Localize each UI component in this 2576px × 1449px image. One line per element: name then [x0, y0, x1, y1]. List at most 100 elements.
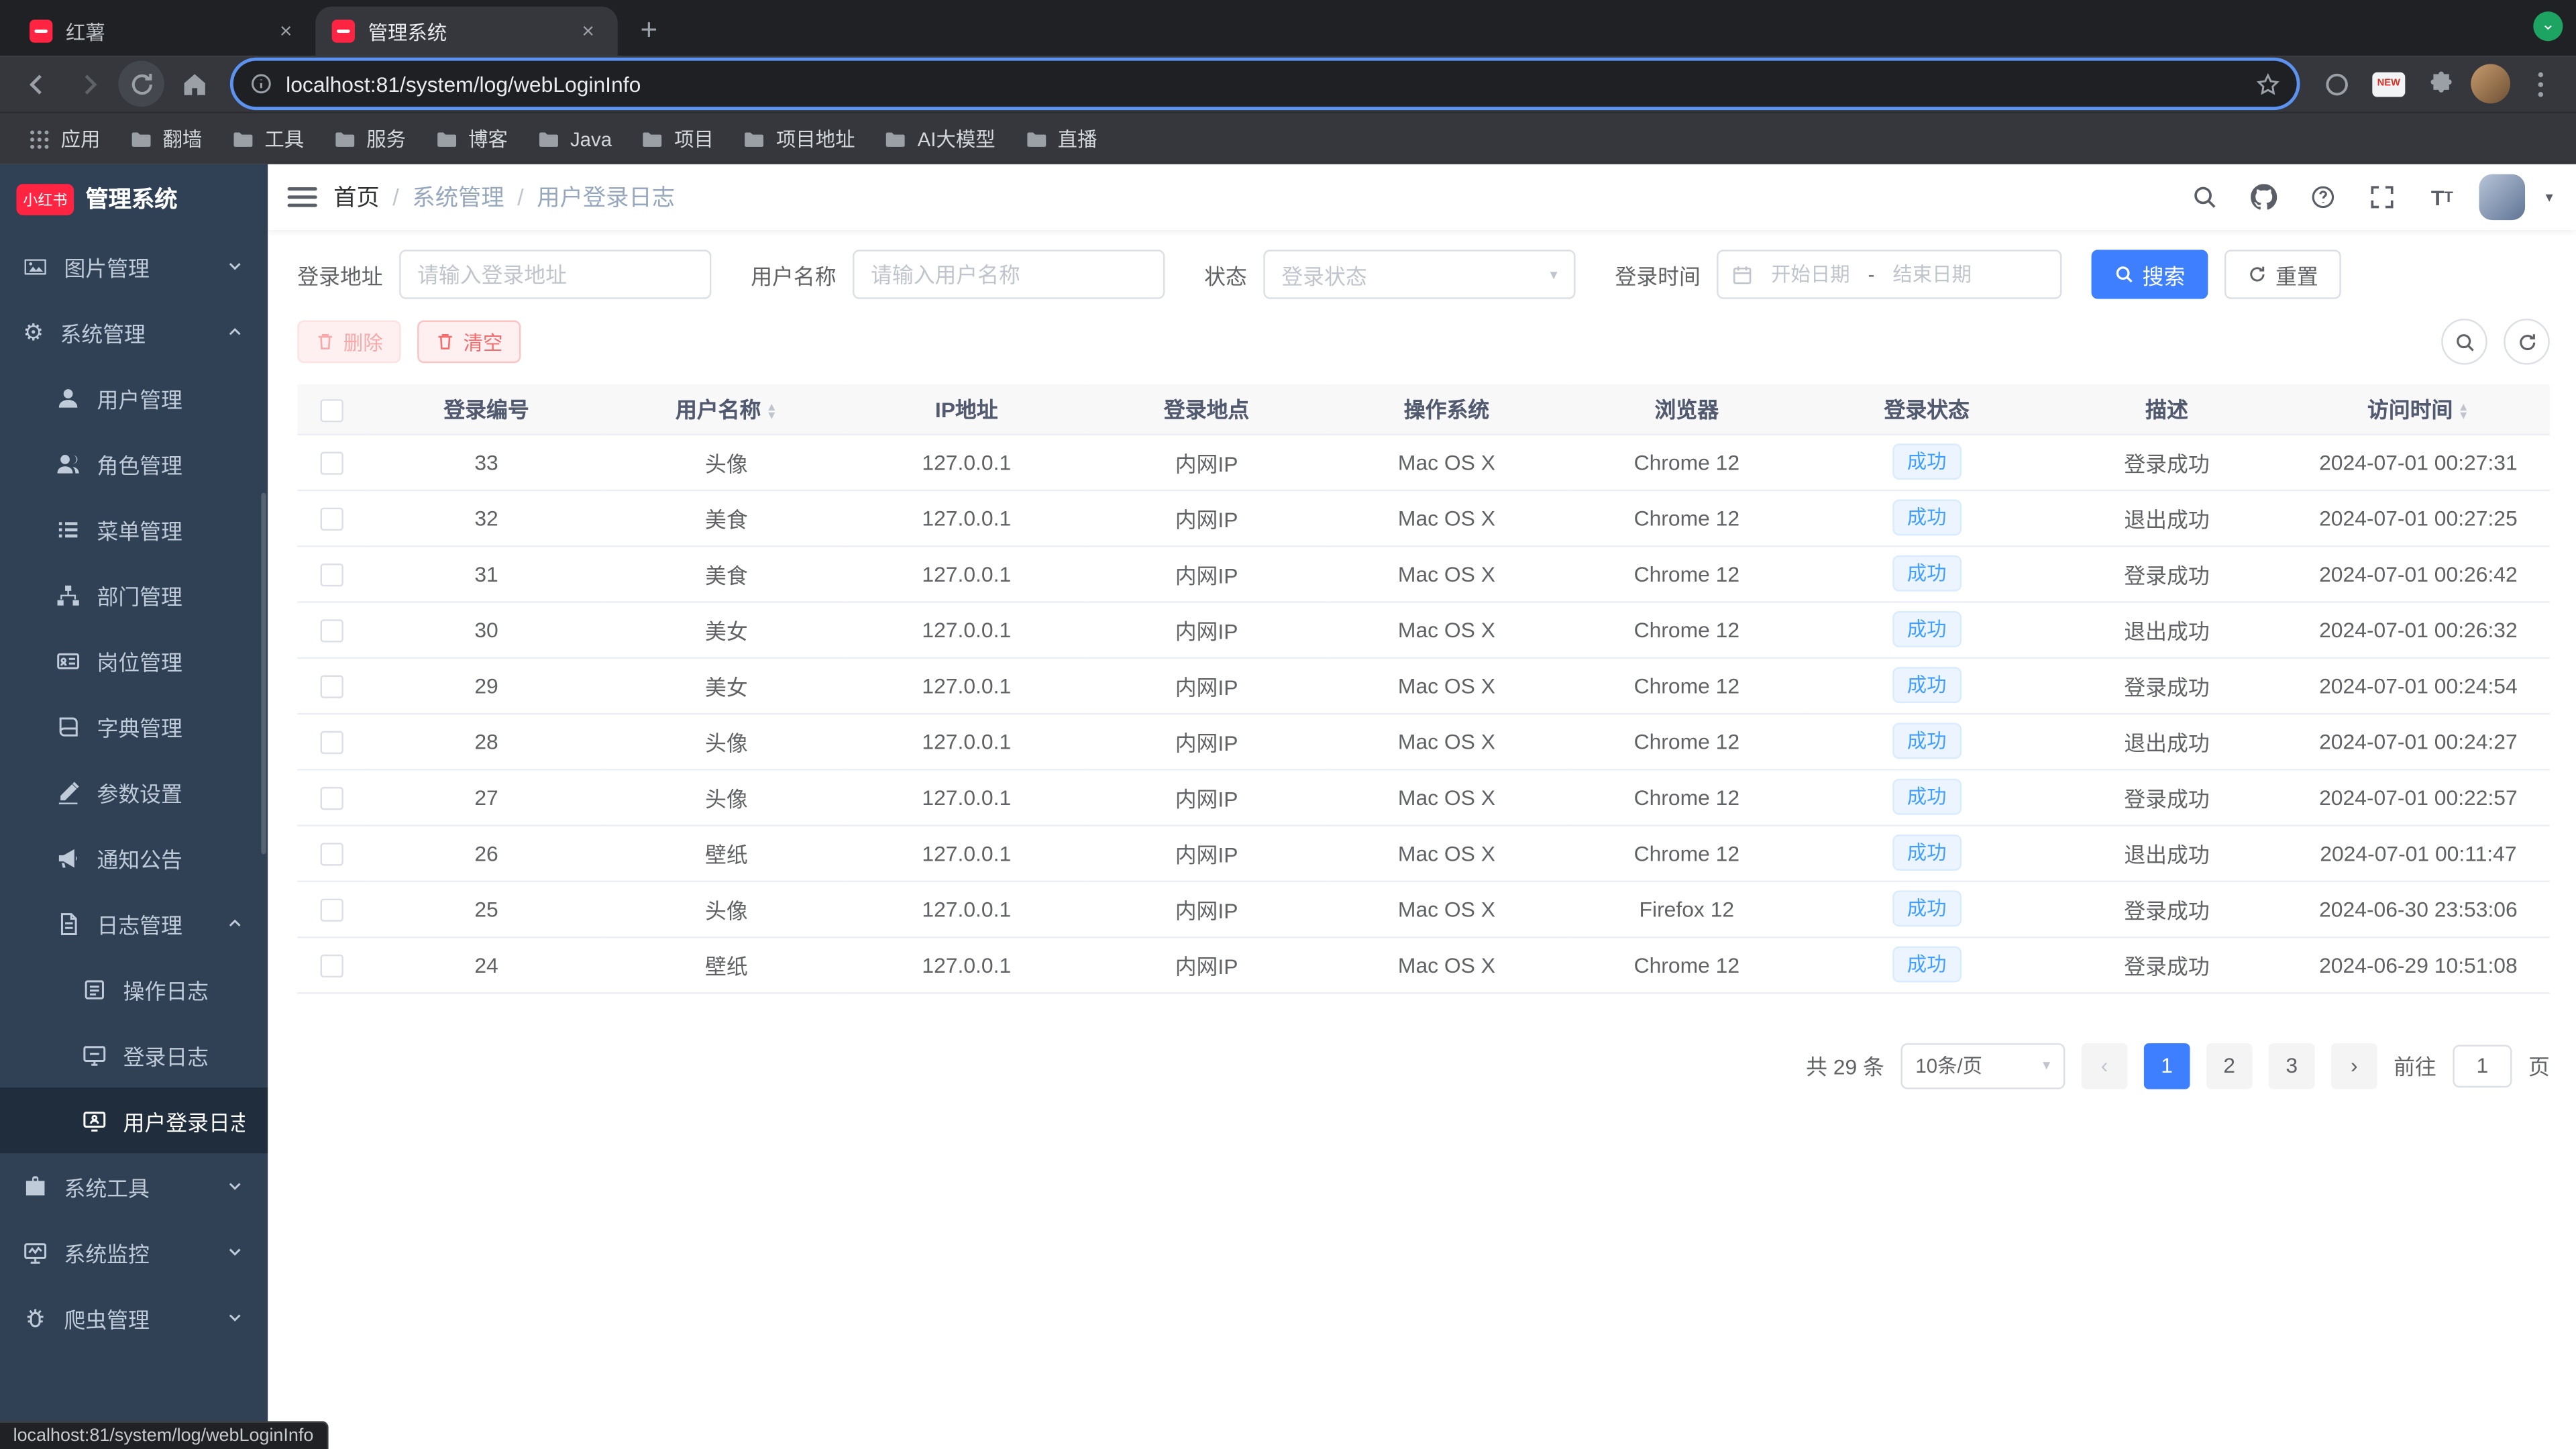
bookmark-folder[interactable]: 项目: [630, 120, 725, 158]
row-checkbox[interactable]: [320, 563, 343, 586]
search-button[interactable]: 搜索: [2091, 250, 2208, 299]
sidebar-item-log-mgmt[interactable]: 日志管理: [0, 890, 268, 956]
row-checkbox[interactable]: [320, 898, 343, 922]
sort-carets-icon[interactable]: ▲ ▼: [766, 402, 777, 422]
toggle-search-button[interactable]: [2441, 319, 2487, 365]
table-row[interactable]: 27 头像 127.0.0.1 内网IP Mac OS X Chrome 12 …: [297, 769, 2550, 826]
delete-button[interactable]: 删除: [297, 320, 401, 364]
bookmark-folder[interactable]: 博客: [424, 120, 519, 158]
tab-close-icon[interactable]: ×: [273, 18, 299, 44]
row-checkbox[interactable]: [320, 731, 343, 754]
sidebar-item-system-tools[interactable]: 系统工具: [0, 1153, 268, 1219]
date-range-picker[interactable]: -: [1717, 250, 2062, 299]
home-icon[interactable]: [171, 61, 217, 107]
row-checkbox[interactable]: [320, 954, 343, 977]
sidebar-item-menu-mgmt[interactable]: 菜单管理: [0, 496, 268, 562]
sidebar-item-role-mgmt[interactable]: 角色管理: [0, 431, 268, 496]
user-avatar[interactable]: [2479, 174, 2526, 221]
sidebar-item-login-log[interactable]: 登录日志: [0, 1022, 268, 1087]
font-size-icon[interactable]: TT: [2420, 176, 2463, 219]
forward-icon[interactable]: [66, 61, 112, 107]
goto-page-input[interactable]: [2453, 1044, 2512, 1087]
table-row[interactable]: 31 美食 127.0.0.1 内网IP Mac OS X Chrome 12 …: [297, 545, 2550, 602]
github-icon[interactable]: [2243, 176, 2286, 219]
url-text[interactable]: localhost:81/system/log/webLoginInfo: [286, 72, 2243, 97]
tab-close-icon[interactable]: ×: [575, 18, 601, 44]
page-button-1[interactable]: 1: [2143, 1042, 2190, 1089]
col-user-name[interactable]: 用户名称 ▲ ▼: [606, 384, 847, 435]
sidebar-scrollbar-thumb[interactable]: [261, 492, 266, 855]
table-row[interactable]: 30 美女 127.0.0.1 内网IP Mac OS X Chrome 12 …: [297, 601, 2550, 658]
sidebar-item-system-monitor[interactable]: 系统监控: [0, 1219, 268, 1285]
address-bar[interactable]: localhost:81/system/log/webLoginInfo: [233, 60, 2297, 107]
table-row[interactable]: 32 美食 127.0.0.1 内网IP Mac OS X Chrome 12 …: [297, 489, 2550, 547]
clear-button[interactable]: 清空: [417, 320, 521, 364]
site-info-icon[interactable]: [250, 72, 272, 95]
browser-tab-inactive[interactable]: 红薯 ×: [13, 7, 316, 56]
start-date-input[interactable]: [1760, 261, 1862, 288]
refresh-table-button[interactable]: [2504, 319, 2550, 365]
login-address-input[interactable]: [399, 250, 712, 299]
table-row[interactable]: 25 头像 127.0.0.1 内网IP Mac OS X Firefox 12…: [297, 880, 2550, 938]
browser-tab-active[interactable]: 管理系统 ×: [315, 6, 618, 56]
bookmark-folder[interactable]: 项目地址: [732, 120, 867, 158]
row-checkbox[interactable]: [320, 842, 343, 866]
breadcrumb-home[interactable]: 首页: [333, 180, 380, 213]
sidebar-item-dept-mgmt[interactable]: 部门管理: [0, 562, 268, 628]
sidebar-item-crawler-mgmt[interactable]: 爬虫管理: [0, 1285, 268, 1350]
reset-button[interactable]: 重置: [2224, 250, 2342, 299]
end-date-input[interactable]: [1881, 261, 1984, 288]
bookmark-star-icon[interactable]: [2255, 72, 2280, 97]
bookmark-folder[interactable]: AI大模型: [873, 120, 1007, 158]
row-checkbox[interactable]: [320, 786, 343, 810]
browser-profile-avatar[interactable]: [2471, 64, 2511, 104]
sidebar-item-post-mgmt[interactable]: 岗位管理: [0, 628, 268, 694]
reload-icon[interactable]: [118, 60, 164, 107]
sort-carets-icon[interactable]: ▲ ▼: [2458, 402, 2469, 422]
page-button-3[interactable]: 3: [2268, 1042, 2315, 1089]
user-name-input[interactable]: [853, 250, 1165, 299]
chrome-profile-chevron-icon[interactable]: ⌄: [2533, 11, 2563, 42]
col-time[interactable]: 访问时间 ▲ ▼: [2286, 384, 2550, 435]
bookmark-folder[interactable]: 服务: [322, 120, 417, 158]
extensions-puzzle-icon[interactable]: [2418, 61, 2465, 107]
page-size-select[interactable]: 10条/页 ▾: [1900, 1042, 2065, 1089]
sidebar-item-op-log[interactable]: 操作日志: [0, 956, 268, 1022]
sidebar-item-web-login-log[interactable]: 用户登录日志: [0, 1087, 268, 1154]
bookmark-apps[interactable]: 应用: [16, 120, 111, 158]
status-select[interactable]: 登录状态 ▾: [1263, 250, 1576, 299]
back-icon[interactable]: [13, 61, 60, 107]
sidebar-item-param-settings[interactable]: 参数设置: [0, 759, 268, 824]
help-icon[interactable]: [2302, 176, 2345, 219]
page-button-2[interactable]: 2: [2206, 1042, 2253, 1089]
sidebar-item-user-mgmt[interactable]: 用户管理: [0, 365, 268, 431]
table-row[interactable]: 26 壁纸 127.0.0.1 内网IP Mac OS X Chrome 12 …: [297, 824, 2550, 881]
table-row[interactable]: 33 头像 127.0.0.1 内网IP Mac OS X Chrome 12 …: [297, 433, 2550, 491]
table-row[interactable]: 24 壁纸 127.0.0.1 内网IP Mac OS X Chrome 12 …: [297, 936, 2550, 994]
bookmark-folder[interactable]: 翻墙: [118, 120, 213, 158]
row-checkbox[interactable]: [320, 619, 343, 643]
extension-new-badge-icon[interactable]: NEW: [2366, 61, 2412, 107]
sidebar-item-notice[interactable]: 通知公告: [0, 824, 268, 890]
select-all-checkbox[interactable]: [320, 398, 343, 422]
row-checkbox[interactable]: [320, 451, 343, 475]
table-row[interactable]: 28 头像 127.0.0.1 内网IP Mac OS X Chrome 12 …: [297, 712, 2550, 770]
row-checkbox[interactable]: [320, 674, 343, 698]
sidebar-item-dict-mgmt[interactable]: 字典管理: [0, 693, 268, 759]
next-page-button[interactable]: ›: [2331, 1042, 2377, 1089]
sidebar-item-image-mgmt[interactable]: 图片管理: [0, 233, 268, 299]
hamburger-icon[interactable]: [287, 187, 317, 207]
fullscreen-icon[interactable]: [2361, 176, 2404, 219]
bookmark-folder[interactable]: 直播: [1014, 120, 1109, 158]
table-row[interactable]: 29 美女 127.0.0.1 内网IP Mac OS X Chrome 12 …: [297, 657, 2550, 714]
prev-page-button[interactable]: ‹: [2081, 1042, 2128, 1089]
row-checkbox[interactable]: [320, 507, 343, 531]
bookmark-folder[interactable]: 工具: [220, 120, 315, 158]
new-tab-button[interactable]: +: [628, 10, 671, 53]
sidebar-item-system-mgmt[interactable]: ⚙ 系统管理: [0, 299, 268, 365]
bookmark-folder[interactable]: Java: [526, 122, 623, 155]
avatar-caret-down-icon[interactable]: ▾: [2546, 188, 2553, 206]
header-search-icon[interactable]: [2184, 176, 2227, 219]
app-logo[interactable]: 小红书 管理系统: [0, 164, 268, 233]
sync-status-icon[interactable]: [2313, 61, 2359, 107]
